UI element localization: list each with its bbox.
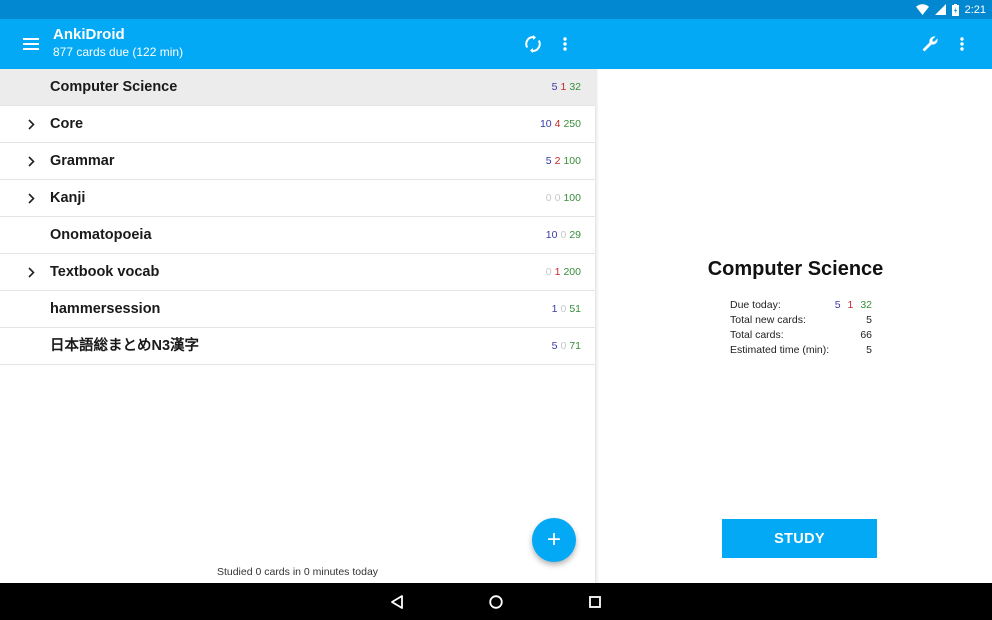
new-count: 5 — [551, 340, 558, 352]
deck-counts: 10 4 250 — [537, 106, 581, 143]
recents-icon[interactable] — [585, 592, 605, 612]
deck-row[interactable]: hammersession 1 0 51 — [0, 291, 595, 328]
deck-name: Grammar — [50, 153, 115, 169]
learning-count: 2 — [554, 155, 561, 167]
new-count: 1 — [551, 303, 558, 315]
app-title: AnkiDroid — [53, 26, 125, 43]
deck-counts: 1 0 51 — [549, 291, 581, 328]
deck-name: hammersession — [50, 301, 161, 317]
app-toolbar: AnkiDroid 877 cards due (122 min) — [0, 19, 992, 69]
est-time-label: Estimated time (min): — [730, 344, 830, 356]
overview-deck-title: Computer Science — [707, 258, 884, 280]
due-today-value: 5 1 32 — [831, 298, 872, 313]
add-deck-button[interactable]: + — [532, 518, 576, 562]
due-today-label: Due today: — [730, 299, 781, 311]
deck-counts: 10 0 29 — [543, 217, 581, 254]
deck-name: Textbook vocab — [50, 264, 160, 280]
learning-count: 4 — [554, 118, 561, 130]
chevron-right-icon[interactable] — [22, 106, 40, 143]
back-icon[interactable] — [387, 592, 407, 612]
est-time-row: Estimated time (min): 5 — [730, 343, 872, 358]
clock-time: 2:21 — [964, 3, 986, 16]
chevron-right-icon[interactable] — [22, 254, 40, 291]
new-count: 10 — [545, 229, 558, 241]
deck-row[interactable]: Core 10 4 250 — [0, 106, 595, 143]
menu-icon[interactable] — [19, 32, 43, 56]
deck-row[interactable]: 日本語総まとめN3漢字 5 0 71 — [0, 328, 595, 365]
system-nav-bar — [0, 583, 992, 620]
learning-count: 0 — [554, 192, 561, 204]
deck-name: Core — [50, 116, 84, 132]
cards-due-subtitle: 877 cards due (122 min) — [53, 45, 184, 59]
battery-charging-icon — [951, 3, 959, 16]
review-count: 250 — [563, 118, 581, 130]
deck-row[interactable]: Textbook vocab 0 1 200 — [0, 254, 595, 291]
deck-overview-pane: Computer Science Due today: 5 1 32 Total… — [599, 69, 992, 583]
wrench-icon[interactable] — [918, 32, 942, 56]
learning-count: 0 — [560, 303, 567, 315]
deck-row[interactable]: Onomatopoeia 10 0 29 — [0, 217, 595, 254]
deck-list: Computer Science 5 1 32 Core 10 4 250 Grammar 5 2 1… — [0, 69, 595, 583]
deck-counts: 5 1 32 — [549, 69, 581, 106]
chevron-right-icon[interactable] — [22, 180, 40, 217]
due-review-count: 32 — [860, 299, 872, 311]
deck-name: 日本語総まとめN3漢字 — [50, 338, 200, 354]
total-cards-row: Total cards: 66 — [730, 328, 872, 343]
due-learning-count: 1 — [847, 299, 854, 311]
learning-count: 1 — [560, 81, 567, 93]
sync-icon[interactable] — [521, 32, 545, 56]
deck-counts: 5 0 71 — [549, 328, 581, 365]
overview-stats: Due today: 5 1 32 Total new cards: 5 Tot… — [730, 298, 872, 358]
due-new-count: 5 — [834, 299, 841, 311]
deck-name: Onomatopoeia — [50, 227, 152, 243]
signal-icon — [934, 4, 946, 15]
review-count: 29 — [569, 229, 581, 241]
total-cards-label: Total cards: — [730, 329, 784, 341]
home-icon[interactable] — [486, 592, 506, 612]
review-count: 71 — [569, 340, 581, 352]
total-new-label: Total new cards: — [730, 314, 806, 326]
more-vert-icon[interactable] — [950, 32, 974, 56]
studied-today-text: Studied 0 cards in 0 minutes today — [216, 566, 379, 578]
est-time-value: 5 — [866, 344, 872, 356]
new-count: 5 — [545, 155, 552, 167]
deck-name: Kanji — [50, 190, 86, 206]
learning-count: 1 — [554, 266, 561, 278]
review-count: 100 — [563, 192, 581, 204]
deck-counts: 0 0 100 — [543, 180, 581, 217]
plus-icon: + — [546, 526, 561, 553]
deck-row[interactable]: Kanji 0 0 100 — [0, 180, 595, 217]
learning-count: 0 — [560, 340, 567, 352]
new-count: 10 — [539, 118, 552, 130]
total-cards-value: 66 — [860, 329, 872, 341]
more-vert-icon[interactable] — [553, 32, 577, 56]
deck-rows: Computer Science 5 1 32 Core 10 4 250 Grammar 5 2 1… — [0, 69, 595, 365]
deck-row[interactable]: Grammar 5 2 100 — [0, 143, 595, 180]
total-new-value: 5 — [866, 314, 872, 326]
deck-name: Computer Science — [50, 79, 178, 95]
due-today-row: Due today: 5 1 32 — [730, 298, 872, 313]
new-count: 0 — [545, 192, 552, 204]
new-count: 5 — [551, 81, 558, 93]
total-new-row: Total new cards: 5 — [730, 313, 872, 328]
study-button[interactable]: STUDY — [722, 519, 877, 558]
deck-counts: 0 1 200 — [543, 254, 581, 291]
status-bar: 2:21 — [0, 0, 992, 19]
review-count: 32 — [569, 81, 581, 93]
review-count: 100 — [563, 155, 581, 167]
toolbar-title-block: AnkiDroid 877 cards due (122 min) — [53, 26, 183, 60]
deck-row[interactable]: Computer Science 5 1 32 — [0, 69, 595, 106]
chevron-right-icon[interactable] — [22, 143, 40, 180]
deck-counts: 5 2 100 — [543, 143, 581, 180]
status-icons: 2:21 — [915, 0, 986, 19]
app-root: 2:21 AnkiDroid 877 cards due (122 min) C… — [0, 0, 992, 620]
review-count: 200 — [563, 266, 581, 278]
wifi-icon — [915, 4, 929, 15]
new-count: 0 — [545, 266, 552, 278]
learning-count: 0 — [560, 229, 567, 241]
review-count: 51 — [569, 303, 581, 315]
